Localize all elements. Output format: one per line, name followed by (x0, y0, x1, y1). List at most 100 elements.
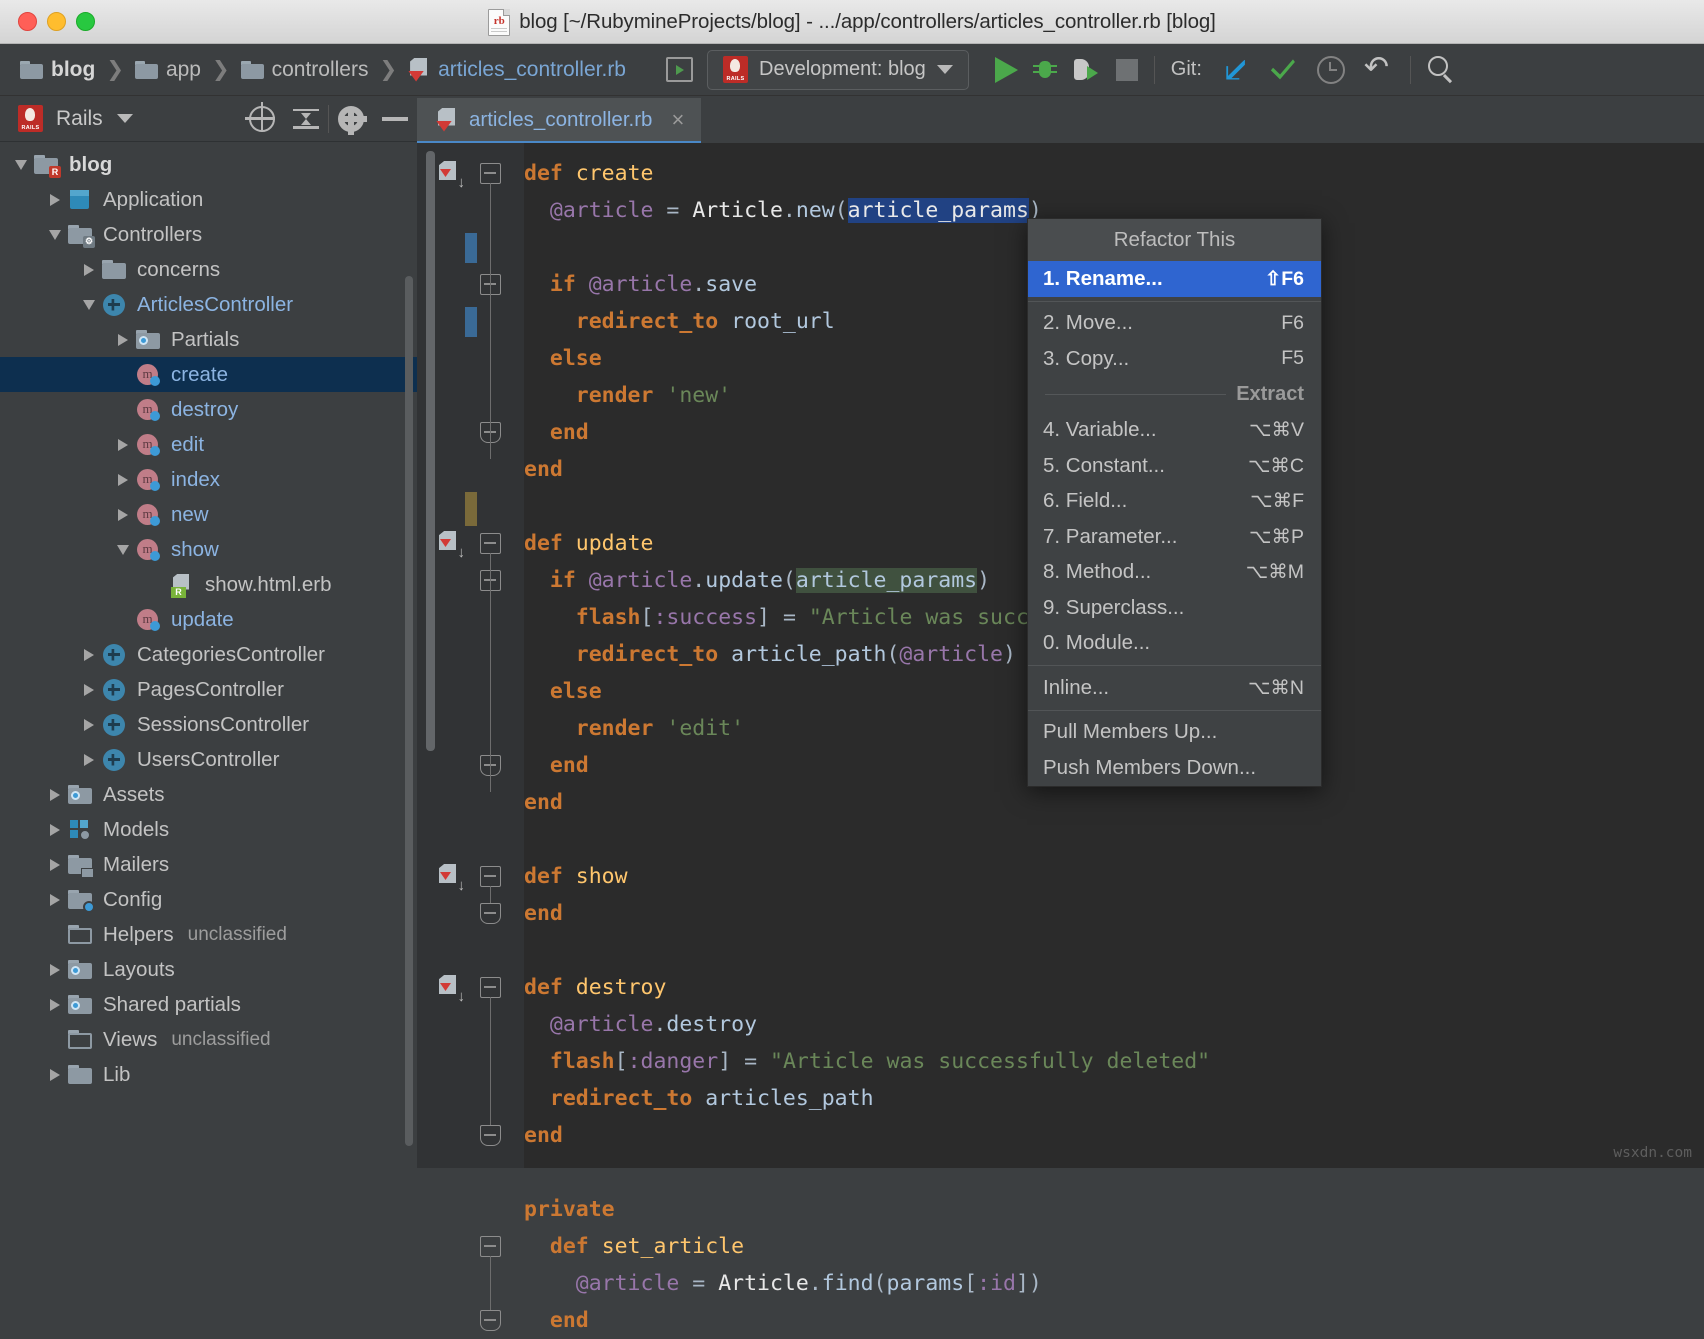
fold-toggle-start[interactable] (480, 163, 501, 184)
code-line[interactable]: end (524, 1302, 1704, 1339)
code-line[interactable]: def create (524, 155, 1704, 192)
tree-twisty[interactable] (42, 194, 68, 206)
tree-twisty[interactable] (42, 894, 68, 906)
menu-item-pull-members-up[interactable]: Pull Members Up... (1028, 715, 1321, 751)
minimize-window-button[interactable] (47, 12, 66, 31)
menu-item-3-copy[interactable]: 3. Copy...F5 (1028, 341, 1321, 377)
chevron-down-icon[interactable] (83, 300, 95, 310)
chevron-right-icon[interactable] (50, 964, 60, 976)
tree-twisty[interactable] (42, 230, 68, 240)
code-line[interactable]: end (524, 895, 1704, 932)
tree-item-blog[interactable]: Rblog (0, 147, 417, 182)
tree-item-categoriescontroller[interactable]: CategoriesController (0, 637, 417, 672)
chevron-right-icon[interactable] (118, 474, 128, 486)
git-history-icon[interactable] (1317, 56, 1345, 84)
tree-item-assets[interactable]: Assets (0, 777, 417, 812)
fold-toggle-end[interactable] (480, 903, 501, 924)
project-tree[interactable]: RblogApplication⚙ControllersconcernsArti… (0, 142, 417, 1092)
refactor-this-popup[interactable]: Refactor This 1. Rename...⇧F62. Move...F… (1027, 218, 1322, 787)
tree-item-userscontroller[interactable]: UsersController (0, 742, 417, 777)
code-line[interactable]: redirect_to articles_path (524, 1080, 1704, 1117)
chevron-down-icon[interactable] (117, 545, 129, 555)
maximize-window-button[interactable] (76, 12, 95, 31)
fold-toggle-end[interactable] (480, 1125, 501, 1146)
tree-item-show-html-erb[interactable]: Rshow.html.erb (0, 567, 417, 602)
sidebar-scrollbar[interactable] (405, 276, 413, 1146)
tree-twisty[interactable] (76, 649, 102, 661)
code-line[interactable] (524, 932, 1704, 969)
tree-twisty[interactable] (110, 334, 136, 346)
fold-toggle-start[interactable] (480, 533, 501, 554)
fold-toggle-end[interactable] (480, 1310, 501, 1331)
breadcrumb-item-controllers[interactable]: controllers (237, 58, 373, 82)
tree-twisty[interactable] (42, 964, 68, 976)
code-line[interactable]: def destroy (524, 969, 1704, 1006)
chevron-right-icon[interactable] (50, 894, 60, 906)
run-method-gutter-icon[interactable]: ↓ (439, 864, 465, 890)
tree-item-concerns[interactable]: concerns (0, 252, 417, 287)
tree-item-helpers[interactable]: Helpersunclassified (0, 917, 417, 952)
tree-twisty[interactable] (76, 754, 102, 766)
run-with-coverage-icon[interactable] (1072, 57, 1098, 83)
tree-item-models[interactable]: Models (0, 812, 417, 847)
code-line[interactable]: def set_article (524, 1228, 1704, 1265)
tree-twisty[interactable] (42, 999, 68, 1011)
hide-panel-button[interactable] (373, 97, 417, 141)
code-line[interactable]: def show (524, 858, 1704, 895)
git-update-project-icon[interactable] (1221, 56, 1249, 84)
chevron-right-icon[interactable] (84, 719, 94, 731)
stop-icon[interactable] (1116, 59, 1138, 81)
run-icon[interactable] (995, 57, 1018, 83)
code-line[interactable] (524, 821, 1704, 858)
code-line[interactable] (524, 1154, 1704, 1191)
close-window-button[interactable] (18, 12, 37, 31)
locate-file-button[interactable] (240, 97, 284, 141)
tree-item-new[interactable]: mnew (0, 497, 417, 532)
tree-twisty[interactable] (42, 789, 68, 801)
chevron-right-icon[interactable] (50, 824, 60, 836)
chevron-right-icon[interactable] (50, 789, 60, 801)
fold-toggle-start[interactable] (480, 977, 501, 998)
chevron-down-icon[interactable] (117, 114, 133, 123)
breadcrumb-item-articles-controller-rb[interactable]: articles_controller.rb (404, 58, 630, 82)
tree-twisty[interactable] (76, 684, 102, 696)
tree-twisty[interactable] (76, 264, 102, 276)
fold-toggle-start[interactable] (480, 866, 501, 887)
collapse-all-button[interactable] (284, 97, 328, 141)
tree-item-articlescontroller[interactable]: ArticlesController (0, 287, 417, 322)
menu-item-5-constant[interactable]: 5. Constant...⌥⌘C (1028, 448, 1321, 484)
code-line[interactable]: @article.destroy (524, 1006, 1704, 1043)
tree-item-destroy[interactable]: mdestroy (0, 392, 417, 427)
window-controls[interactable] (18, 12, 95, 31)
breadcrumb-item-blog[interactable]: blog (16, 58, 99, 82)
tree-twisty[interactable] (8, 160, 34, 170)
tree-item-edit[interactable]: medit (0, 427, 417, 462)
menu-item-4-variable[interactable]: 4. Variable...⌥⌘V (1028, 413, 1321, 449)
run-configuration-selector[interactable]: RAILS Development: blog (707, 50, 969, 90)
tree-twisty[interactable] (42, 1069, 68, 1081)
code-line[interactable]: end (524, 1117, 1704, 1154)
vcs-change-marker[interactable] (465, 492, 477, 526)
search-everywhere-icon[interactable] (1427, 55, 1457, 85)
menu-item-0-module[interactable]: 0. Module... (1028, 626, 1321, 662)
run-method-gutter-icon[interactable]: ↓ (439, 161, 465, 187)
tree-item-layouts[interactable]: Layouts (0, 952, 417, 987)
code-line[interactable]: @article = Article.find(params[:id]) (524, 1265, 1704, 1302)
chevron-right-icon[interactable] (118, 439, 128, 451)
tree-item-show[interactable]: mshow (0, 532, 417, 567)
popup-menu-items[interactable]: 1. Rename...⇧F62. Move...F63. Copy...F5E… (1028, 261, 1321, 786)
editor-gutter[interactable]: ↓↓↓↓ (417, 143, 524, 1168)
tree-twisty[interactable] (42, 859, 68, 871)
tree-twisty[interactable] (76, 300, 102, 310)
tree-item-views[interactable]: Viewsunclassified (0, 1022, 417, 1057)
tree-twisty[interactable] (110, 474, 136, 486)
tree-twisty[interactable] (110, 439, 136, 451)
tree-item-application[interactable]: Application (0, 182, 417, 217)
tree-item-update[interactable]: mupdate (0, 602, 417, 637)
close-icon[interactable]: × (671, 107, 684, 133)
chevron-right-icon[interactable] (84, 264, 94, 276)
menu-item-8-method[interactable]: 8. Method...⌥⌘M (1028, 555, 1321, 591)
chevron-down-icon[interactable] (15, 160, 27, 170)
code-line[interactable]: flash[:danger] = "Article was successful… (524, 1043, 1704, 1080)
tree-twisty[interactable] (110, 545, 136, 555)
